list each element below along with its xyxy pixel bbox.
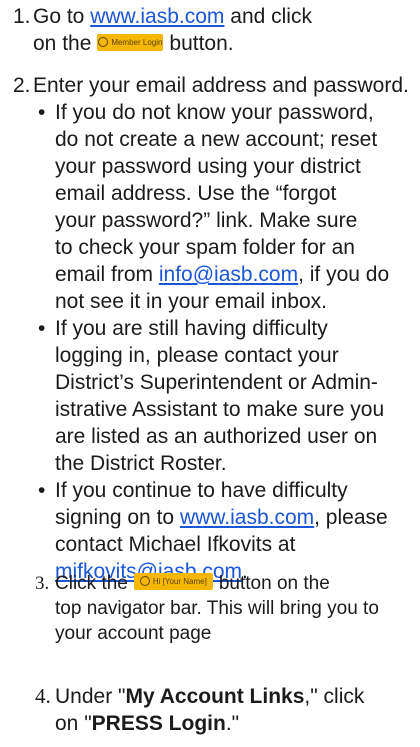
step-number: 3. — [35, 573, 50, 594]
step-1: 1. Go to www.iasb.com and click on the Mem… — [13, 5, 312, 55]
step-number: 2. — [13, 74, 31, 97]
bullet-contact-michael: • If you continue to have difficulty sig… — [38, 479, 388, 583]
bullet-icon: • — [38, 317, 46, 340]
bullet-contact-superintendent: • If you are still having difficulty log… — [38, 317, 385, 475]
iasb-link[interactable]: www.iasb.com — [180, 506, 314, 529]
help-bullet-list: • If you do not know your password, do n… — [35, 99, 415, 585]
step-number: 4. — [35, 684, 51, 708]
instruction-document: 1. Go to www.iasb.com and click on the Mem… — [0, 0, 420, 747]
step-number: 1. — [13, 5, 31, 28]
user-icon — [139, 576, 150, 587]
my-account-links-label: My Account Links — [125, 685, 305, 708]
member-login-button[interactable]: Member Login — [97, 33, 164, 51]
hi-your-name-button[interactable]: Hi [Your Name] — [133, 573, 213, 591]
info-email-link[interactable]: info@iasb.com — [159, 263, 298, 286]
step-3: 3. Click the Hi [Your Name] button on the t… — [35, 573, 379, 644]
bullet-icon: • — [38, 101, 46, 124]
bullet-icon: • — [38, 479, 46, 502]
step-4: 4. Under "My Account Links," click on "PR… — [35, 684, 365, 735]
step-2: 2. Enter your email address and password. — [13, 74, 409, 97]
user-icon — [98, 36, 109, 47]
press-login-label: PRESS Login — [91, 712, 226, 735]
bullet-password-reset: • If you do not know your password, do n… — [38, 101, 390, 313]
iasb-link[interactable]: www.iasb.com — [90, 5, 224, 28]
